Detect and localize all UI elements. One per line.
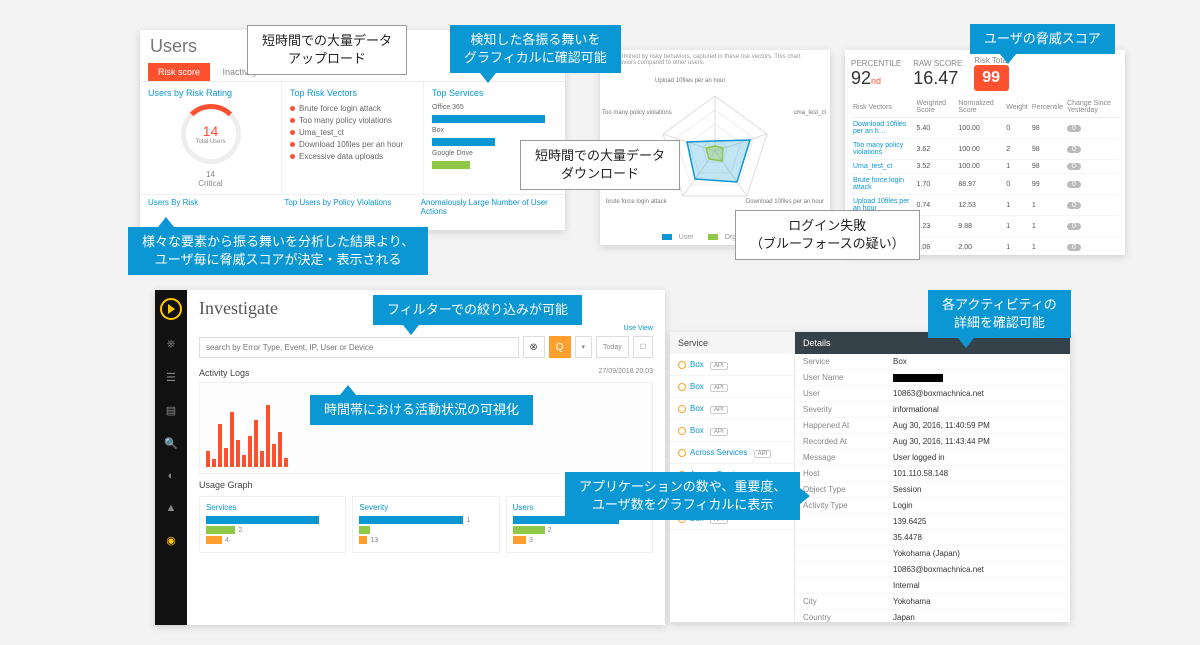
detail-row: Host101.110.58.148 [795,466,1070,482]
api-badge: API [710,362,728,370]
score-th: Weighted Score [915,97,957,118]
settings-icon[interactable]: ▲ [166,502,177,514]
col-riskvectors-title: Top Risk Vectors [290,88,415,98]
score-row[interactable]: Download 10files per an h…5.40100.000980 [851,118,1119,139]
service-icon [678,427,686,435]
callout-score-explain: 様々な要素から振る舞いを分析した結果より、ユーザ毎に脅威スコアが決定・表示される [128,227,428,275]
api-badge: API [710,406,728,414]
filter-button[interactable]: ▾ [575,336,593,358]
callout-activity-detail: 各アクティビティの詳細を確認可能 [928,290,1071,338]
vector-item[interactable]: Too many policy violations [290,116,415,125]
rawscore-label: RAW SCORE [913,59,962,68]
activity-title: Activity Logs [199,368,250,378]
service-list-item[interactable]: Box API [670,420,794,442]
service-icon [678,361,686,369]
callout-app-graphical: アプリケーションの数や、重要度、ユーザ数をグラフィカルに表示 [565,472,800,520]
detail-row: Internal [795,578,1070,594]
percentile-label: PERCENTILE [851,59,901,68]
callout-activity-time: 時間帯における活動状況の可視化 [310,395,533,425]
score-th: Normalized Score [956,97,1004,118]
detail-row: Severityinformational [795,402,1070,418]
score-th: Percentile [1030,97,1065,118]
detail-row: Object TypeSession [795,482,1070,498]
investigate-searchbar: ⊗ Q ▾ Today ☐ [199,336,653,358]
api-badge: API [710,384,728,392]
detail-row: Happened AtAug 30, 2016, 11:40:59 PM [795,418,1070,434]
service-name: Office 365 [432,104,557,111]
grid-icon[interactable]: ▤ [166,404,176,417]
investigate-link[interactable]: Use View [199,325,653,332]
score-row[interactable]: Uma_test_ct3.52100.001980 [851,160,1119,174]
activity-date: 27/09/2018 20:03 [599,368,654,378]
score-row[interactable]: Too many policy violations3.62100.002980 [851,139,1119,160]
detail-row: User10863@boxmachnica.net [795,386,1070,402]
investigate-panel: ⎈ ☰ ▤ 🔍 ◐ ▲ ◉ Investigate Use View ⊗ Q ▾… [155,290,665,625]
score-th: Weight [1004,97,1030,118]
eye-icon[interactable]: ◉ [166,534,176,547]
lock-icon[interactable]: ⎈ [167,338,176,351]
service-list-item[interactable]: Across Services API [670,442,794,464]
tab-riskscore[interactable]: Risk score [148,63,210,81]
service-icon [678,383,686,391]
callout-upload: 短時間での大量データアップロード [247,25,407,75]
sublink[interactable]: Top Users by Policy Violations [284,198,420,216]
clear-button[interactable]: ⊗ [523,336,545,358]
detail-row: 139.6425 [795,514,1070,530]
date-button[interactable]: Today [596,336,629,358]
investigate-sidebar: ⎈ ☰ ▤ 🔍 ◐ ▲ ◉ [155,290,187,625]
api-badge: API [754,450,772,458]
callout-threat-score: ユーザの脅威スコア [970,24,1115,54]
score-row[interactable]: Brute force login attack1.7088.970990 [851,174,1119,195]
service-list-header: Service [670,332,794,354]
callout-behavior-graphical: 検知した各振る舞いをグラフィカルに確認可能 [450,25,621,73]
service-name: Box [432,127,557,134]
detail-row: CityYokohama [795,594,1070,610]
score-th: Change Since Yesterday [1065,97,1119,118]
rawscore-value: 16.47 [913,68,962,89]
vector-item[interactable]: Excessive data uploads [290,152,415,161]
risk-legend: 14 Critical [148,170,273,188]
col-risk-rating-title: Users by Risk Rating [148,88,273,98]
vector-item[interactable]: Download 10files per an hour [290,140,415,149]
service-list-item[interactable]: Box API [670,354,794,376]
callout-bruteforce: ログイン失敗（ブルーフォースの疑い） [735,210,920,260]
logo-icon[interactable] [160,298,182,320]
vector-item[interactable]: Uma_test_ct [290,128,415,137]
search-button[interactable]: Q [549,336,571,358]
detail-row: 10863@boxmachnica.net [795,562,1070,578]
service-list-item[interactable]: Box API [670,398,794,420]
mini-chart: Services24 [199,496,346,553]
detail-row: MessageUser logged in [795,450,1070,466]
score-th: Risk Vectors [851,97,915,118]
radar-desc: determined by risky behaviors, captured … [600,50,830,70]
api-badge: API [710,428,728,436]
list-icon[interactable]: ☰ [166,371,176,384]
risk-donut-label: Total Users [195,139,225,145]
detail-row: ServiceBox [795,354,1070,370]
search-icon[interactable]: 🔍 [164,437,178,450]
sublink[interactable]: Anomalously Large Number of User Actions [421,198,557,216]
users-sublinks: Users By Risk Top Users by Policy Violat… [140,194,565,219]
sublink[interactable]: Users By Risk [148,198,284,216]
search-input[interactable] [199,337,519,358]
col-topservices-title: Top Services [432,88,557,98]
detail-row: CountryJapan [795,610,1070,622]
callout-download: 短時間での大量データダウンロード [520,140,680,190]
service-list-item[interactable]: Box API [670,376,794,398]
service-icon [678,405,686,413]
detail-row: Activity TypeLogin [795,498,1070,514]
globe-icon[interactable]: ◐ [168,470,175,482]
detail-row: User Name [795,370,1070,386]
callout-filter: フィルターでの絞り込みが可能 [373,295,582,325]
detail-row: Yokohama (Japan) [795,546,1070,562]
mini-chart: Severity113 [352,496,499,553]
risk-donut: 14 Total Users [181,104,241,164]
detail-row: Recorded AtAug 30, 2016, 11:43:44 PM [795,434,1070,450]
risktotal-badge: 99 [974,65,1009,91]
vector-item[interactable]: Brute force login attack [290,104,415,113]
service-icon [678,449,686,457]
detail-row: 35.4478 [795,530,1070,546]
risk-donut-count: 14 [203,123,219,139]
calendar-button[interactable]: ☐ [633,336,653,358]
